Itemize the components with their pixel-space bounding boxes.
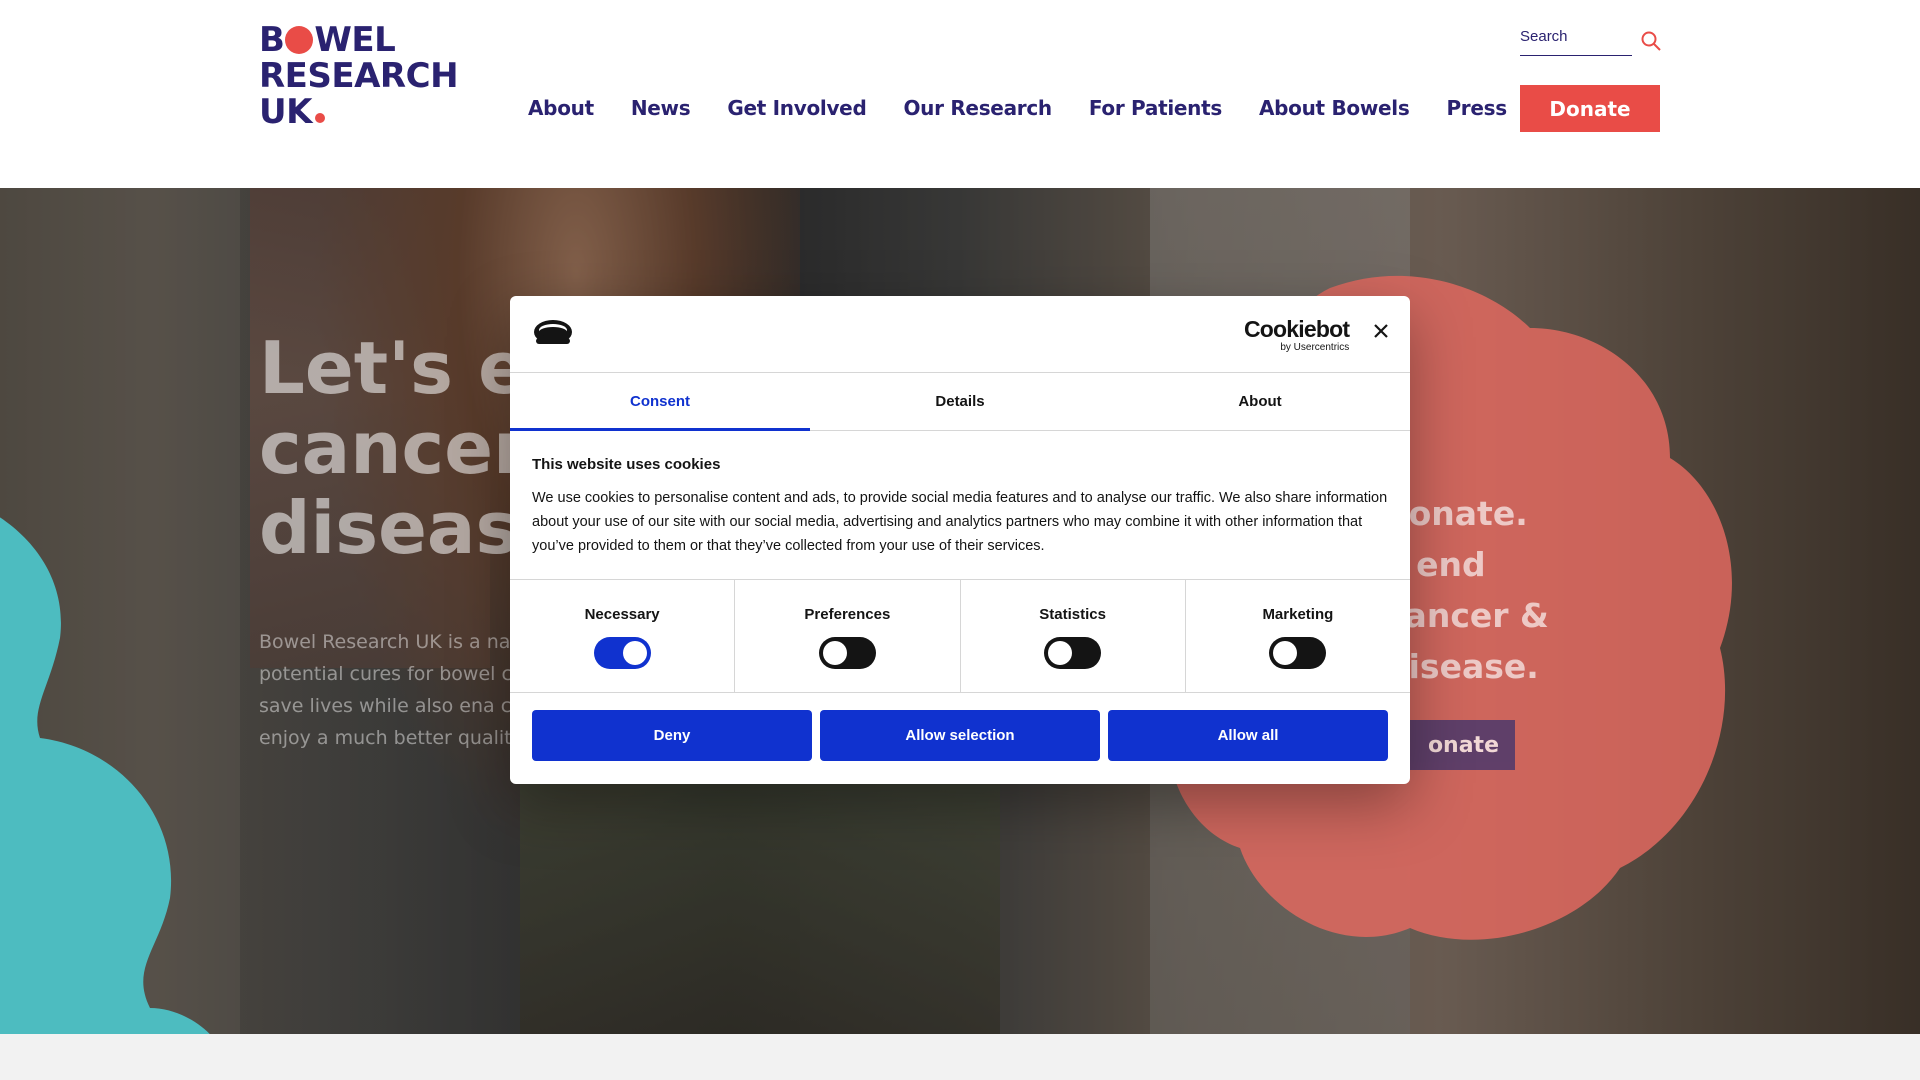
cookiebot-logo[interactable]: Cookiebot by Usercentrics — [1244, 316, 1350, 354]
necessary-toggle[interactable] — [593, 637, 651, 669]
dialog-header: Cookiebot by Usercentrics — [510, 296, 1410, 373]
category-statistics: Statistics — [961, 580, 1186, 692]
dialog-tabs: Consent Details About — [510, 373, 1410, 431]
preferences-toggle[interactable] — [818, 637, 876, 669]
allow-selection-button[interactable]: Allow selection — [820, 710, 1100, 761]
search-icon[interactable] — [1640, 30, 1662, 52]
site-logo[interactable]: B WEL RESEARCH UK — [259, 20, 459, 132]
category-necessary: Necessary — [510, 580, 736, 692]
nav-about[interactable]: About — [528, 96, 594, 120]
nav-get-involved[interactable]: Get Involved — [727, 96, 866, 120]
nav-for-patients[interactable]: For Patients — [1089, 96, 1222, 120]
page-footer-band — [0, 1034, 1920, 1080]
category-label: Marketing — [1262, 606, 1334, 623]
logo-text-wel: WEL — [314, 20, 396, 60]
nav-news[interactable]: News — [631, 96, 691, 120]
category-marketing: Marketing — [1186, 580, 1410, 692]
cookiebot-logo-text: Cookiebot — [1244, 316, 1350, 342]
tab-details[interactable]: Details — [810, 373, 1110, 430]
category-label: Necessary — [584, 606, 660, 623]
dialog-description: We use cookies to personalise content an… — [532, 490, 1388, 554]
logo-text-b: B — [259, 20, 285, 60]
category-label: Statistics — [1039, 606, 1106, 623]
category-preferences: Preferences — [735, 580, 961, 692]
main-nav: About News Get Involved Our Research For… — [528, 96, 1507, 120]
category-label: Preferences — [804, 606, 891, 623]
allow-all-button[interactable]: Allow all — [1108, 710, 1388, 761]
statistics-toggle[interactable] — [1044, 637, 1102, 669]
cookie-category-toggles: Necessary Preferences Statistics Marketi… — [510, 579, 1410, 693]
cookiebot-logo-subtext: by Usercentrics — [1280, 342, 1350, 353]
donate-button[interactable]: Donate — [1520, 85, 1660, 132]
site-header: B WEL RESEARCH UK About News Get Involved… — [0, 0, 1920, 188]
logo-text-uk: UK — [259, 92, 312, 132]
tab-about[interactable]: About — [1110, 373, 1410, 430]
dialog-actions: Deny Allow selection Allow all — [532, 710, 1388, 761]
logo-text-research: RESEARCH — [259, 56, 459, 96]
cookie-consent-dialog: Cookiebot by Usercentrics Consent Detail… — [510, 296, 1410, 784]
nav-about-bowels[interactable]: About Bowels — [1259, 96, 1410, 120]
search-input[interactable] — [1520, 28, 1632, 45]
close-icon[interactable] — [1370, 320, 1392, 342]
deny-button[interactable]: Deny — [532, 710, 812, 761]
marketing-toggle[interactable] — [1269, 637, 1327, 669]
tab-consent[interactable]: Consent — [510, 373, 810, 431]
site-brand-icon — [534, 320, 572, 344]
logo-end-dot-icon — [314, 113, 325, 123]
nav-press[interactable]: Press — [1446, 96, 1507, 120]
search-field — [1520, 28, 1632, 56]
nav-our-research[interactable]: Our Research — [903, 96, 1052, 120]
logo-dot-icon — [285, 26, 314, 54]
dialog-title: This website uses cookies — [532, 456, 721, 473]
hero-title: Let's e cancer diseas — [259, 326, 529, 570]
